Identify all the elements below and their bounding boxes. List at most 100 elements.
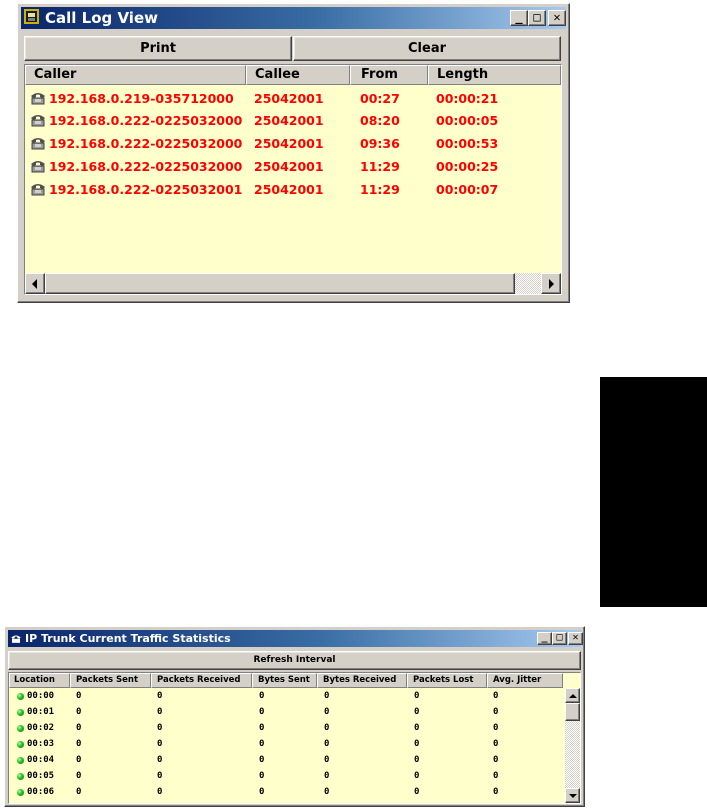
scroll-down-button[interactable] [565,788,580,803]
call-log-list[interactable]: Caller Callee From Length 192.168.0.219-… [24,64,562,295]
arrow-left-icon [32,279,37,289]
packets-lost-cell: 0 [414,723,420,733]
traffic-row[interactable]: 00:04 0 0 0 0 0 0 [11,753,561,769]
bytes-received-cell: 0 [324,787,330,797]
app-icon [24,9,39,24]
location-cell: 00:00 [27,691,55,701]
packets-sent-cell: 0 [76,707,82,717]
bytes-sent-cell: 0 [259,771,265,781]
traffic-row[interactable]: 00:03 0 0 0 0 0 0 [11,737,561,753]
horizontal-scrollbar[interactable] [25,273,561,294]
phone-icon [31,115,45,127]
call-log-title-bar[interactable]: Call Log View _ □ ✕ [21,7,566,29]
call-row[interactable]: 192.168.0.222-0225032001 25042001 11:29 … [29,179,559,201]
traffic-stats-window: IP Trunk Current Traffic Statistics _ □ … [4,626,585,807]
packets-received-cell: 0 [157,787,163,797]
bytes-sent-cell: 0 [259,723,265,733]
avg-jitter-cell: 0 [493,707,499,717]
call-row[interactable]: 192.168.0.222-0225032000 25042001 09:36 … [29,133,559,155]
packets-sent-cell: 0 [76,739,82,749]
avg-jitter-cell: 0 [493,755,499,765]
refresh-interval-button[interactable]: Refresh Interval [8,651,581,670]
phone-icon [31,161,45,173]
column-header-packets-sent[interactable]: Packets Sent [70,673,151,688]
column-header-from[interactable]: From [350,65,428,85]
avg-jitter-cell: 0 [493,691,499,701]
green-status-icon [17,789,24,796]
bytes-received-cell: 0 [324,755,330,765]
maximize-button[interactable]: □ [552,632,567,645]
callee-cell: 25042001 [254,113,324,128]
traffic-row[interactable]: 00:00 0 0 0 0 0 0 [11,689,561,705]
column-header-bytes-sent[interactable]: Bytes Sent [252,673,317,688]
column-header-bytes-received[interactable]: Bytes Received [317,673,407,688]
bytes-sent-cell: 0 [259,707,265,717]
green-status-icon [17,757,24,764]
bytes-received-cell: 0 [324,707,330,717]
minimize-button[interactable]: _ [510,10,528,26]
packets-lost-cell: 0 [414,739,420,749]
packets-sent-cell: 0 [76,787,82,797]
column-header-avg-jitter[interactable]: Avg. Jitter [487,673,563,688]
column-header-packets-received[interactable]: Packets Received [151,673,252,688]
column-header-length[interactable]: Length [428,65,561,85]
avg-jitter-cell: 0 [493,723,499,733]
print-button[interactable]: Print [24,36,292,61]
packets-sent-cell: 0 [76,723,82,733]
traffic-row[interactable]: 00:02 0 0 0 0 0 0 [11,721,561,737]
vertical-scroll-track[interactable] [565,721,580,788]
maximize-button[interactable]: □ [528,10,546,26]
bytes-received-cell: 0 [324,771,330,781]
phone-icon [11,635,21,643]
packets-sent-cell: 0 [76,691,82,701]
column-header-location[interactable]: Location [9,673,70,688]
callee-cell: 25042001 [254,136,324,151]
vertical-scroll-thumb[interactable] [565,703,580,721]
vertical-scrollbar[interactable] [565,688,580,803]
bytes-sent-cell: 0 [259,755,265,765]
arrow-right-icon [549,279,554,289]
traffic-row[interactable]: 00:01 0 0 0 0 0 0 [11,705,561,721]
from-cell: 11:29 [360,159,400,174]
length-cell: 00:00:53 [436,136,499,151]
green-status-icon [17,725,24,732]
bytes-received-cell: 0 [324,691,330,701]
scroll-left-button[interactable] [25,273,45,294]
column-header-caller[interactable]: Caller [25,65,246,85]
green-status-icon [17,709,24,716]
from-cell: 09:36 [360,136,400,151]
traffic-row[interactable]: 00:05 0 0 0 0 0 0 [11,769,561,785]
callee-cell: 25042001 [254,159,324,174]
column-header-callee[interactable]: Callee [246,65,350,85]
horizontal-scroll-track[interactable] [515,273,541,294]
clear-button[interactable]: Clear [293,36,561,61]
minimize-button[interactable]: _ [537,632,552,645]
call-row[interactable]: 192.168.0.222-0225032000 25042001 08:20 … [29,110,559,132]
packets-received-cell: 0 [157,739,163,749]
length-cell: 00:00:25 [436,159,499,174]
avg-jitter-cell: 0 [493,739,499,749]
location-cell: 00:01 [27,707,55,717]
scroll-right-button[interactable] [541,273,561,294]
callee-cell: 25042001 [254,91,324,106]
green-status-icon [17,693,24,700]
call-row[interactable]: 192.168.0.222-0225032000 25042001 11:29 … [29,156,559,178]
from-cell: 00:27 [360,91,400,106]
horizontal-scroll-thumb[interactable] [45,273,515,294]
arrow-down-icon [569,794,577,798]
traffic-title-bar[interactable]: IP Trunk Current Traffic Statistics _ □ … [8,630,583,647]
call-row[interactable]: 192.168.0.219-035712000 25042001 00:27 0… [29,88,559,110]
scroll-up-button[interactable] [565,688,580,703]
traffic-row[interactable]: 00:06 0 0 0 0 0 0 [11,785,561,801]
traffic-table[interactable]: Location Packets Sent Packets Received B… [8,672,581,804]
bytes-sent-cell: 0 [259,787,265,797]
call-log-window: Call Log View _ □ ✕ Print Clear Caller C… [17,3,570,303]
phone-icon [31,138,45,150]
location-cell: 00:02 [27,723,55,733]
close-button[interactable]: ✕ [568,632,583,645]
close-button[interactable]: ✕ [548,10,566,26]
column-header-packets-lost[interactable]: Packets Lost [407,673,487,688]
caller-cell: 192.168.0.222-0225032000 [49,159,243,174]
traffic-title: IP Trunk Current Traffic Statistics [25,632,231,645]
packets-lost-cell: 0 [414,771,420,781]
